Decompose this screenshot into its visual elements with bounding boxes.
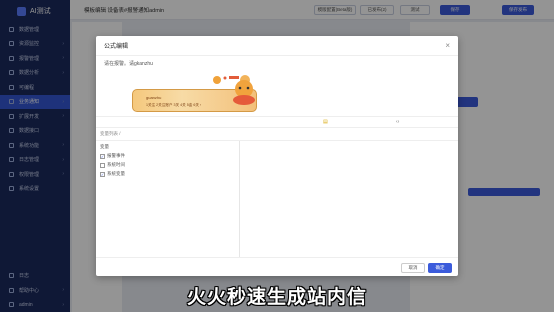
field-area: 变量 ✓ 报警事件 系统时间 ✓ 系统变量 <box>96 140 458 258</box>
tree-item-label: 报警事件 <box>107 153 125 158</box>
ok-button[interactable]: 确定 <box>428 263 452 273</box>
variable-tree: 变量 ✓ 报警事件 系统时间 ✓ 系统变量 <box>96 141 240 258</box>
video-subtitle: 火火秒速生成站内信 <box>186 286 367 308</box>
editor-toolbar: ▤ ‹› <box>96 116 458 128</box>
ime-candidates[interactable]: 1关注 2关注账户 3关 4关 5金 6关 › <box>146 103 201 108</box>
ime-composition: guanzhu <box>146 95 162 100</box>
folder-icon[interactable]: ▤ <box>323 119 328 125</box>
editor-text: 请在报警。请gkanzhu <box>104 61 153 67</box>
tree-item-label: 系统变量 <box>107 171 125 176</box>
dialog-title: 公式编辑 <box>96 36 458 56</box>
tree-item[interactable]: 系统时间 <box>100 162 125 168</box>
tree-root[interactable]: 变量 <box>100 144 109 150</box>
formula-edit-dialog: 公式编辑 × 请在报警。请gkanzhu guanzhu 1关注 2关注账户 3… <box>96 36 458 276</box>
checkbox[interactable]: ✓ <box>100 153 105 159</box>
checkbox[interactable]: ✓ <box>100 171 105 177</box>
field-list-label: 变量列表 / <box>100 131 121 136</box>
tree-item[interactable]: ✓ 报警事件 <box>100 153 125 159</box>
code-icon[interactable]: ‹› <box>396 119 399 125</box>
close-icon[interactable]: × <box>445 41 450 50</box>
cancel-button[interactable]: 取消 <box>401 263 425 273</box>
tree-item[interactable]: ✓ 系统变量 <box>100 171 125 177</box>
checkbox[interactable] <box>100 162 105 168</box>
tree-item-label: 系统时间 <box>107 162 125 167</box>
tiger-mascot-icon <box>233 80 255 105</box>
dialog-footer: 取消 确定 <box>96 257 458 276</box>
